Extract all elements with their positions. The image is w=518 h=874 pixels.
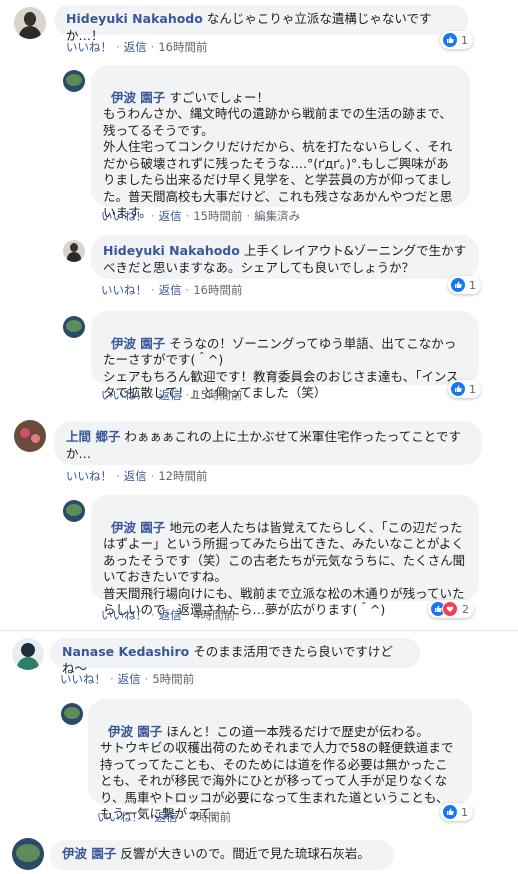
timestamp[interactable]: 12時間前 [158,469,207,483]
reply-button[interactable]: 返信 [159,388,182,402]
comment-actions: いいね！ · 返信 · 4時間前 [97,810,232,824]
comment-bubble: Hideyuki Nakahodo なんじゃこりゃ立派な遺構じゃないですか…！ [54,5,468,43]
timestamp[interactable]: 5時間前 [152,672,194,686]
comment-actions: いいね！ · 返信 · 16時間前 [66,40,208,54]
comment-text: 反響が大きいので。間近で見た琉球石灰岩。 [120,846,370,861]
avatar[interactable] [63,240,85,262]
edited-label: 編集済み [254,209,301,223]
comment-author[interactable]: 上間 郷子 [66,429,120,444]
comment-text: すごいでしょー！ もうわんさか、縄文時代の遺跡から戦前までの生活の跡まで、残って… [103,89,453,221]
avatar[interactable] [12,838,44,870]
like-icon [451,278,465,292]
timestamp[interactable]: 16時間前 [193,283,242,297]
avatar[interactable] [63,70,85,92]
reply-button[interactable]: 返信 [159,283,182,297]
like-button[interactable]: いいね！ [60,672,106,686]
comment-author[interactable]: 伊波 園子 [62,846,116,861]
reply-button[interactable]: 返信 [159,608,182,622]
like-button[interactable]: いいね！ [101,608,147,622]
comment-actions: いいね！ · 返信 · 16時間前 [101,283,243,297]
like-button[interactable]: いいね！ [101,209,147,223]
comment-bubble: 伊波 園子 すごいでしょー！ もうわんさか、縄文時代の遺跡から戦前までの生活の跡ま… [91,65,470,220]
comment-bubble: 伊波 園子 ほんと！この道一本残るだけで歴史が伝わる。 サトウキビの収穫出荷のため… [88,699,472,821]
comment-actions: いいね！ · 返信 · 4時間前 [101,608,236,622]
comment-author[interactable]: 伊波 園子 [108,724,162,739]
avatar[interactable] [14,420,46,452]
comment-actions: いいね！ · 返信 · 12時間前 [66,469,208,483]
avatar[interactable] [14,7,46,39]
timestamp[interactable]: 16時間前 [158,40,207,54]
timestamp[interactable]: 15時間前 [193,388,242,402]
like-button[interactable]: いいね！ [97,810,143,824]
comment-bubble: 上間 郷子 わぁぁぁこれの上に土かぶせて米軍住宅作ったってことですか… [54,421,482,465]
reply-button[interactable]: 返信 [159,209,182,223]
comment-author[interactable]: 伊波 園子 [111,90,165,105]
comment-actions: いいね！ · 返信 · 15時間前 · 編集済み [101,209,301,223]
comment-author[interactable]: Hideyuki Nakahodo [103,243,240,258]
comment-bubble: 伊波 園子 反響が大きいので。間近で見た琉球石灰岩。 [50,840,394,870]
timestamp[interactable]: 4時間前 [193,608,235,622]
reaction-count[interactable]: 1 [440,31,473,49]
comment-author[interactable]: Hideyuki Nakahodo [66,11,203,26]
divider [0,630,518,631]
reply-button[interactable]: 返信 [118,672,141,686]
timestamp[interactable]: 15時間前 [193,209,242,223]
comment-actions: いいね！ · 返信 · 5時間前 [60,672,195,686]
comment-bubble: 伊波 園子 そうなの！ゾーニングってゆう単語、出てこなかったーさすがです(＾^) … [91,311,479,400]
comment-bubble: 伊波 園子 地元の老人たちは皆覚えてたらしく、「この辺だったはずよー」という所掘っ… [91,495,479,617]
comment-text: わぁぁぁこれの上に土かぶせて米軍住宅作ったってことですか… [66,429,461,461]
reply-button[interactable]: 返信 [155,810,178,824]
like-button[interactable]: いいね！ [101,283,147,297]
like-icon [443,805,457,819]
like-button[interactable]: いいね！ [66,469,112,483]
timestamp[interactable]: 4時間前 [189,810,231,824]
comment-bubble: Nanase Kedashiro そのまま活用できたら良いですけどね〜 [50,638,420,676]
reaction-count[interactable]: 1 [448,380,481,398]
comment-author[interactable]: 伊波 園子 [111,336,165,351]
love-icon [442,601,458,617]
comment-bubble: Hideyuki Nakahodo 上手くレイアウト&ゾーニングで生かすべきだと思… [91,235,479,279]
comment-author[interactable]: Nanase Kedashiro [62,644,189,659]
comment-actions: いいね！ · 返信 · 15時間前 [101,388,243,402]
reaction-count[interactable]: 1 [448,276,481,294]
comment-author[interactable]: 伊波 園子 [111,520,165,535]
like-button[interactable]: いいね！ [101,388,147,402]
avatar[interactable] [61,703,83,725]
reaction-count[interactable]: 1 [440,803,473,821]
avatar[interactable] [63,500,85,522]
avatar[interactable] [12,638,44,670]
avatar[interactable] [63,316,85,338]
like-icon [443,33,457,47]
reply-button[interactable]: 返信 [124,469,147,483]
reply-button[interactable]: 返信 [124,40,147,54]
like-icon [451,382,465,396]
reaction-count[interactable]: 2 [428,600,474,618]
like-button[interactable]: いいね！ [66,40,112,54]
